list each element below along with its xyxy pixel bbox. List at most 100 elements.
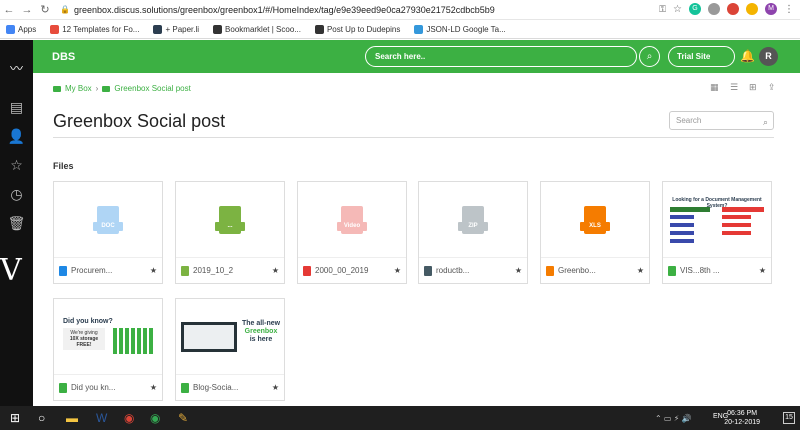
file-thumbnail[interactable]: Did you know? We're giving 10X storage FREE… [54,299,162,374]
forward-icon[interactable]: → [18,4,36,16]
clock[interactable]: 06:36 PM 20-12-2019 [724,409,760,427]
extension-circle-icon[interactable] [708,3,720,15]
search-icon[interactable]: ⌕ [639,46,660,67]
favorite-star-icon[interactable]: ★ [759,266,766,275]
bell-icon[interactable]: 🔔 [740,49,755,63]
file-thumbnail[interactable]: Video [298,182,406,257]
windows-taskbar: ⊞ ○ ▬ W ◉ ◉ ✎ ⌃ ▭ ⚡ 🔊 ENG 06:36 PM 20-12… [0,406,800,430]
upload-icon[interactable]: ⇪ [768,82,776,93]
file-card-footer: Did you kn... ★ [54,374,162,400]
file-name[interactable]: roductb... [436,266,511,275]
file-card[interactable]: ZIP roductb... ★ [418,181,528,284]
files-section-heading: Files [53,161,74,171]
file-card[interactable]: Video 2000_00_2019 ★ [297,181,407,284]
word-icon[interactable]: W [96,411,107,425]
poster-graphic [722,207,764,247]
file-thumbnail[interactable]: Looking for a Document Management System… [663,182,771,257]
favorite-star-icon[interactable]: ★ [272,266,279,275]
file-name[interactable]: 2000_00_2019 [315,266,390,275]
file-card[interactable]: Looking for a Document Management System… [662,181,772,284]
file-card-footer: Greenbo... ★ [541,257,649,283]
file-name[interactable]: Did you kn... [71,383,146,392]
search-icon[interactable]: ○ [38,411,45,425]
bookmark-label: Apps [18,24,37,34]
file-icon [546,265,554,276]
windows-start-icon[interactable]: ⊞ [10,411,20,425]
clock-time: 06:36 PM [727,410,758,417]
file-thumbnail[interactable]: DOC [54,182,162,257]
grid-view-icon[interactable]: ▦ [710,82,719,93]
bookmark-star-icon[interactable]: ☆ [673,4,682,15]
bookmark-item[interactable]: Post Up to Dudepins [314,24,400,34]
file-thumbnail[interactable]: The all-new Greenbox is here [176,299,284,374]
menu-dots-icon[interactable]: ⋮ [784,4,794,15]
user-avatar[interactable]: R [759,47,778,66]
file-card[interactable]: ... 2019_10_2 ★ [175,181,285,284]
file-card[interactable]: DOC Procurem... ★ [53,181,163,284]
file-explorer-icon[interactable]: ▬ [66,411,78,425]
image-file-icon [668,265,676,276]
favorite-star-icon[interactable]: ★ [394,266,401,275]
global-search-input[interactable]: Search here.. [365,46,637,67]
back-icon[interactable]: ← [0,4,18,16]
bookmark-item[interactable]: Apps [6,24,37,34]
chrome-icon[interactable]: ◉ [124,411,134,425]
inbox-icon[interactable]: ▤ [0,99,33,116]
clock-icon[interactable]: ◷ [0,186,33,203]
favorite-star-icon[interactable]: ★ [272,383,279,392]
image-file-icon [181,382,189,393]
user-icon[interactable]: 👤 [0,128,33,145]
file-name[interactable]: 2019_10_2 [193,266,268,275]
bookmark-item[interactable]: Bookmarklet | Scoo... [213,24,301,34]
folder-search-input[interactable]: Search ⌕ [669,111,774,130]
file-card[interactable]: The all-new Greenbox is here Blog-Socia... ★ [175,298,285,401]
favorite-star-icon[interactable]: ★ [637,266,644,275]
favorite-star-icon[interactable]: ★ [515,266,522,275]
left-sidebar: 〰 ▤ 👤 ☆ ◷ 🗑 [0,40,33,406]
bookmark-label: 12 Templates for Fo... [62,24,140,34]
file-name[interactable]: Procurem... [71,266,146,275]
file-type-label: ZIP [458,221,488,231]
file-card-footer: 2000_00_2019 ★ [298,257,406,283]
file-card[interactable]: XLS Greenbo... ★ [540,181,650,284]
breadcrumb-root[interactable]: My Box [65,84,92,93]
app-header: DBS Search here.. ⌕ Trial Site 🔔 R [33,40,800,73]
image-preview: Looking for a Document Management System… [664,183,770,256]
new-folder-icon[interactable]: ⊞ [749,82,757,93]
paint-icon[interactable]: ✎ [178,411,188,425]
file-card-footer: roductb... ★ [419,257,527,283]
star-icon[interactable]: ☆ [0,157,33,174]
brand-name[interactable]: DBS [52,51,75,63]
key-icon[interactable]: ⚿ [659,4,666,15]
profile-avatar[interactable]: M [765,3,777,15]
file-name[interactable]: VIS...8th ... [680,266,755,275]
extension-grammarly-icon[interactable]: G [689,3,701,15]
bookmark-item[interactable]: 12 Templates for Fo... [50,24,140,34]
poster-offer: We're giving 10X storage FREE! [63,328,105,350]
extension-color-icon[interactable] [746,3,758,15]
cloud-logo-icon[interactable]: 〰 [0,58,33,77]
chrome-profile-icon[interactable]: ◉ [150,411,160,425]
file-card-footer: Blog-Socia... ★ [176,374,284,400]
favorite-star-icon[interactable]: ★ [150,383,157,392]
file-thumbnail[interactable]: XLS [541,182,649,257]
bookmark-item[interactable]: + Paper.li [153,24,199,34]
trial-site-button[interactable]: Trial Site [668,46,735,67]
file-thumbnail[interactable]: ZIP [419,182,527,257]
notification-count[interactable]: 15 [783,412,795,424]
folder-icon [53,85,61,92]
list-view-icon[interactable]: ☰ [730,82,738,93]
bookmark-item[interactable]: JSON-LD Google Ta... [414,24,506,34]
file-thumbnail[interactable]: ... [176,182,284,257]
file-card[interactable]: Did you know? We're giving 10X storage FREE… [53,298,163,401]
file-name[interactable]: Greenbo... [558,266,633,275]
breadcrumb-current[interactable]: Greenbox Social post [114,84,191,93]
reload-icon[interactable]: ↻ [36,3,54,16]
url-field[interactable]: 🔒 greenbox.discus.solutions/greenbox/gre… [60,5,495,15]
extension-chrome-icon[interactable] [727,3,739,15]
search-icon[interactable]: ⌕ [763,114,768,131]
trash-icon[interactable]: 🗑 [0,215,33,232]
file-name[interactable]: Blog-Socia... [193,383,268,392]
favorite-star-icon[interactable]: ★ [150,266,157,275]
file-icon [181,265,189,276]
